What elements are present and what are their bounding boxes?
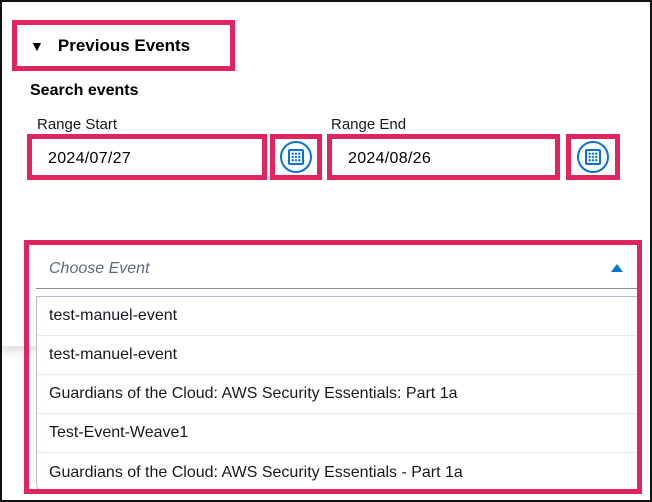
calendar-icon — [288, 149, 304, 165]
range-start-label: Range Start — [37, 116, 118, 133]
range-start-value: 2024/07/27 — [48, 150, 132, 167]
section-title: Previous Events — [57, 36, 191, 55]
range-start-calendar-button[interactable] — [280, 141, 312, 173]
range-end-value: 2024/08/26 — [348, 150, 432, 167]
calendar-icon — [585, 149, 601, 165]
previous-events-toggle[interactable]: ▼ Previous Events — [30, 36, 190, 56]
caret-down-icon: ▼ — [30, 38, 44, 54]
search-events-heading: Search events — [30, 82, 139, 99]
range-end-label: Range End — [331, 116, 407, 133]
highlight-event-select — [24, 240, 642, 494]
range-end-calendar-button[interactable] — [577, 141, 609, 173]
